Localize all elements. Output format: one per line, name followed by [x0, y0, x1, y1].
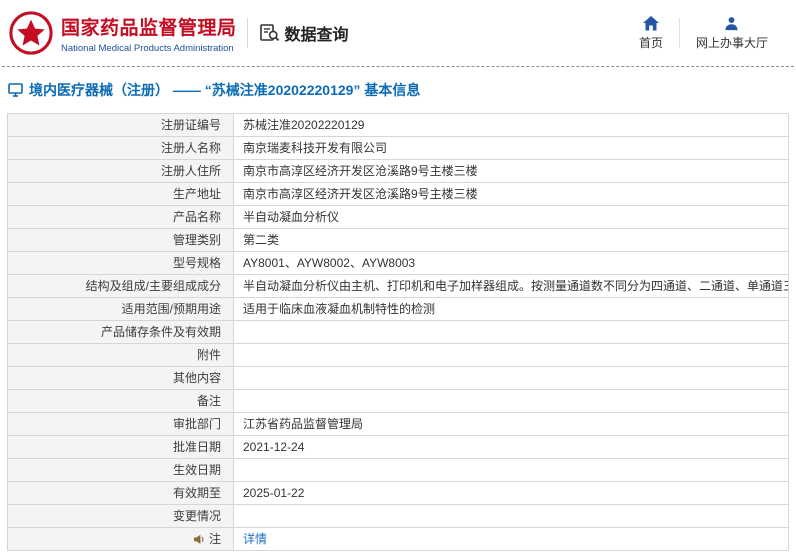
row-label: 变更情况	[8, 505, 234, 528]
row-label: 附件	[8, 344, 234, 367]
row-label: 注册人名称	[8, 137, 234, 160]
nav-hall-label: 网上办事大厅	[695, 35, 768, 50]
table-row: 结构及组成/主要组成成分 半自动凝血分析仪由主机、打印机和电子加样器组成。按测量通…	[8, 275, 789, 298]
search-document-icon	[259, 24, 280, 42]
nav-item-service-hall[interactable]: 网上办事大厅	[680, 16, 784, 51]
detail-link[interactable]: 详情	[243, 532, 267, 546]
table-row: 附件	[8, 344, 789, 367]
table-row: 注册人名称 南京瑞麦科技开发有限公司	[8, 137, 789, 160]
row-label: 其他内容	[8, 367, 234, 390]
row-label: 注册人住所	[8, 160, 234, 183]
table-row: 生产地址 南京市高淳区经济开发区沧溪路9号主楼三楼	[8, 183, 789, 206]
row-value	[234, 344, 789, 367]
table-row: 产品储存条件及有效期	[8, 321, 789, 344]
speaker-icon	[193, 534, 205, 545]
nav-item-home[interactable]: 首页	[623, 15, 679, 51]
person-icon	[724, 16, 739, 31]
row-label: 型号规格	[8, 252, 234, 275]
table-row: 备注	[8, 390, 789, 413]
top-nav: 首页 网上办事大厅	[623, 15, 784, 51]
row-value	[234, 367, 789, 390]
table-row: 变更情况	[8, 505, 789, 528]
header-divider	[246, 18, 248, 48]
page: { "colors": { "red": "#c30d23", "blue": …	[0, 0, 796, 558]
row-label: 生效日期	[8, 459, 234, 482]
row-label: 产品名称	[8, 206, 234, 229]
table-row: 注册证编号 苏械注准20202220129	[8, 114, 789, 137]
row-value: 南京市高淳区经济开发区沧溪路9号主楼三楼	[234, 160, 789, 183]
site-header: 国家药品监督管理局 National Medical Products Admi…	[0, 0, 796, 66]
document-icon	[8, 83, 23, 97]
table-row: 其他内容	[8, 367, 789, 390]
info-table: 注册证编号 苏械注准20202220129 注册人名称 南京瑞麦科技开发有限公司 注册人…	[7, 113, 789, 551]
table-row: 型号规格 AY8001、AYW8002、AYW8003	[8, 252, 789, 275]
row-label: 管理类别	[8, 229, 234, 252]
row-value	[234, 321, 789, 344]
row-value: AY8001、AYW8002、AYW8003	[234, 252, 789, 275]
nav-home-label: 首页	[638, 35, 663, 50]
row-label: 有效期至	[8, 482, 234, 505]
row-value: 江苏省药品监督管理局	[234, 413, 789, 436]
table-row: 产品名称 半自动凝血分析仪	[8, 206, 789, 229]
table-row: 批准日期 2021-12-24	[8, 436, 789, 459]
table-row: 注详情	[8, 528, 789, 551]
row-value: 半自动凝血分析仪由主机、打印机和电子加样器组成。按测量通道数不同分为四通道、二通…	[234, 275, 789, 298]
row-value: 第二类	[234, 229, 789, 252]
agency-name-en: National Medical Products Administration	[61, 42, 234, 54]
row-label: 备注	[8, 390, 234, 413]
row-label: 审批部门	[8, 413, 234, 436]
table-row: 管理类别 第二类	[8, 229, 789, 252]
page-title-bar: 境内医疗器械（注册） —— “苏械注准20202220129” 基本信息	[0, 67, 796, 111]
data-query-label: 数据查询	[284, 27, 349, 44]
agency-name-cn: 国家药品监督管理局	[61, 17, 237, 39]
row-label: 适用范围/预期用途	[8, 298, 234, 321]
row-label: 生产地址	[8, 183, 234, 206]
row-value: 适用于临床血液凝血机制特性的检测	[234, 298, 789, 321]
row-value: 2021-12-24	[234, 436, 789, 459]
row-value: 详情	[234, 528, 789, 551]
row-value	[234, 459, 789, 482]
row-label: 注	[8, 528, 234, 551]
table-row: 适用范围/预期用途 适用于临床血液凝血机制特性的检测	[8, 298, 789, 321]
table-row: 有效期至 2025-01-22	[8, 482, 789, 505]
row-value: 2025-01-22	[234, 482, 789, 505]
nmpa-emblem-logo	[8, 10, 54, 56]
row-label: 产品储存条件及有效期	[8, 321, 234, 344]
row-label: 注册证编号	[8, 114, 234, 137]
row-value	[234, 390, 789, 413]
row-value: 南京市高淳区经济开发区沧溪路9号主楼三楼	[234, 183, 789, 206]
row-value	[234, 505, 789, 528]
data-query-heading: 数据查询	[259, 21, 349, 45]
row-label: 结构及组成/主要组成成分	[8, 275, 234, 298]
home-icon	[642, 15, 659, 31]
page-title: 境内医疗器械（注册） —— “苏械注准20202220129” 基本信息	[29, 82, 421, 98]
row-value: 南京瑞麦科技开发有限公司	[234, 137, 789, 160]
row-value: 半自动凝血分析仪	[234, 206, 789, 229]
table-row: 生效日期	[8, 459, 789, 482]
row-label: 批准日期	[8, 436, 234, 459]
table-row: 审批部门 江苏省药品监督管理局	[8, 413, 789, 436]
row-value: 苏械注准20202220129	[234, 114, 789, 137]
agency-title-block: 国家药品监督管理局 National Medical Products Admi…	[61, 13, 237, 54]
table-row: 注册人住所 南京市高淳区经济开发区沧溪路9号主楼三楼	[8, 160, 789, 183]
